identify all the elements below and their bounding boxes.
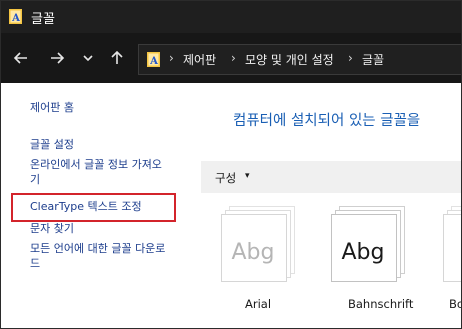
cleartype-highlight-frame: [11, 193, 176, 222]
window-title: 글꼴: [31, 12, 55, 27]
font-preview-text: Abg: [231, 240, 275, 265]
font-name-partial[interactable]: Bo: [449, 297, 461, 311]
font-preview-text: Abg: [341, 240, 385, 265]
sidebar: 제어판 홈 글꼴 설정 온라인에서 글꼴 정보 가져오 기 ClearType …: [1, 83, 201, 328]
font-tile-partial[interactable]: [443, 206, 461, 282]
organize-button[interactable]: 구성: [215, 170, 236, 186]
arrow-left-icon: [13, 52, 27, 64]
command-bar: 구성 ▾: [201, 161, 461, 193]
breadcrumb-appearance[interactable]: 모양 및 개인 설정: [245, 51, 334, 68]
recent-locations-button[interactable]: [76, 46, 100, 70]
font-tile-arial[interactable]: Abg: [221, 206, 301, 282]
sidebar-item-get-font-info-online-cont[interactable]: 기: [30, 173, 40, 187]
font-tile-bahnschrift[interactable]: Abg: [331, 206, 411, 282]
sidebar-item-font-settings[interactable]: 글꼴 설정: [30, 138, 74, 152]
arrow-up-icon: [111, 50, 123, 64]
fonts-folder-icon: A: [9, 9, 22, 24]
navigation-bar: A › 제어판 › 모양 및 개인 설정 › 글꼴: [1, 33, 461, 83]
sidebar-item-find-character[interactable]: 문자 찾기: [30, 222, 74, 236]
sidebar-item-download-all-languages[interactable]: 모든 언어에 대한 글꼴 다운로: [30, 242, 165, 256]
font-name-bahnschrift[interactable]: Bahnschrift: [348, 297, 413, 311]
breadcrumb-fonts[interactable]: 글꼴: [362, 51, 384, 68]
sidebar-item-get-font-info-online[interactable]: 온라인에서 글꼴 정보 가져오: [30, 158, 162, 172]
arrow-right-icon: [51, 52, 65, 64]
fonts-window: A 글꼴 A › 제어판 › 모양 및 개인 설정 › 글꼴 제어판 홈 글꼴 …: [0, 0, 462, 329]
chevron-down-icon: [83, 55, 93, 62]
font-page-front: [443, 214, 461, 282]
svg-text:A: A: [11, 13, 20, 24]
font-name-arial[interactable]: Arial: [245, 297, 271, 311]
back-button[interactable]: [9, 46, 33, 70]
forward-button[interactable]: [45, 46, 69, 70]
title-bar: A 글꼴: [1, 1, 461, 33]
control-panel-icon: A: [147, 52, 160, 67]
chevron-right-icon: ›: [348, 51, 353, 65]
sidebar-item-download-all-languages-cont[interactable]: 드: [30, 257, 40, 271]
sidebar-control-panel-home[interactable]: 제어판 홈: [30, 101, 74, 115]
page-title: 컴퓨터에 설치되어 있는 글꼴을: [233, 113, 421, 129]
up-button[interactable]: [105, 46, 129, 70]
chevron-right-icon: ›: [169, 51, 174, 65]
breadcrumb-control-panel[interactable]: 제어판: [183, 51, 216, 68]
svg-text:A: A: [149, 56, 158, 67]
chevron-down-icon: ▾: [245, 171, 250, 181]
chevron-right-icon: ›: [231, 51, 236, 65]
address-bar[interactable]: A › 제어판 › 모양 및 개인 설정 › 글꼴: [138, 44, 461, 75]
